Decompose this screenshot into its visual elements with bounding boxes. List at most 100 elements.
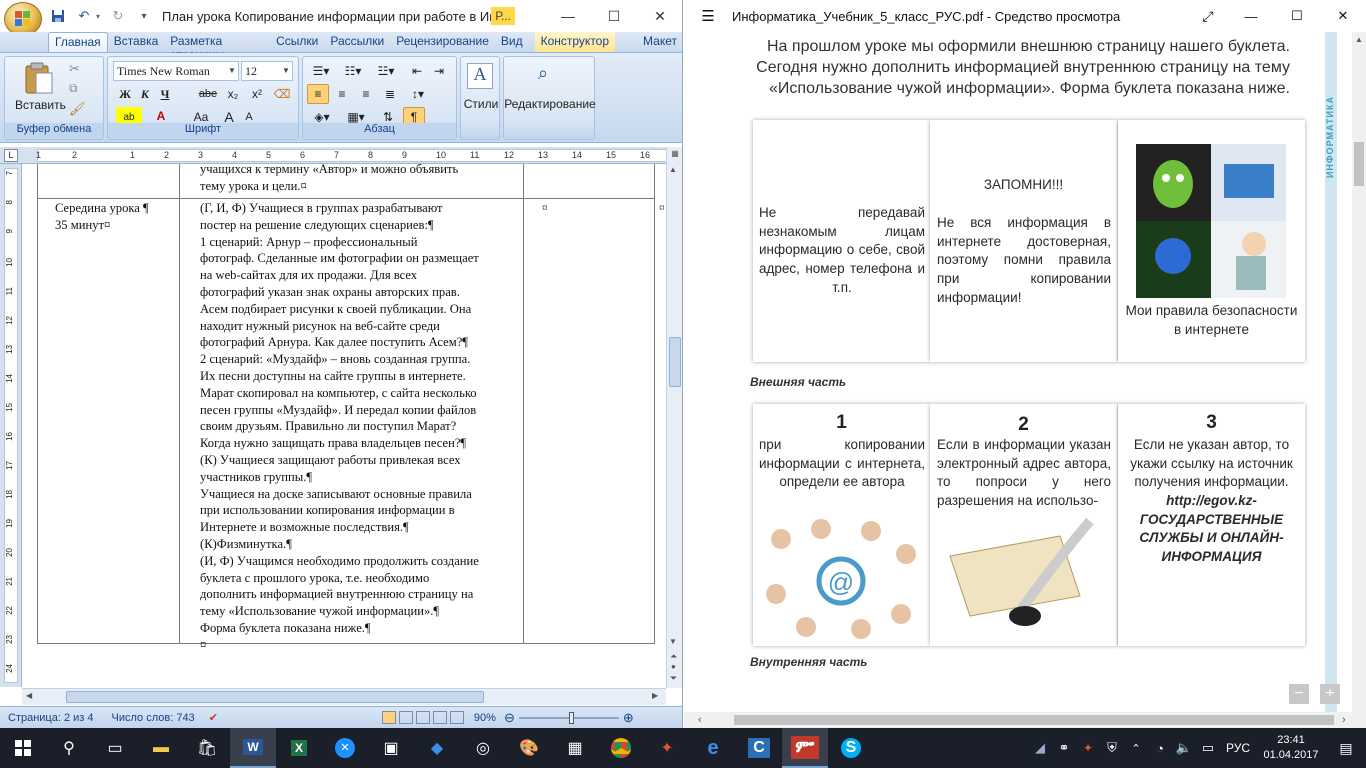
- vertical-scrollbar[interactable]: ▦ ▲ ▼ ⏶ ● ⏷: [666, 147, 682, 688]
- tab-design[interactable]: Конструктор: [534, 32, 616, 52]
- underline-button[interactable]: Ч: [156, 84, 174, 104]
- horizontal-scrollbar[interactable]: ◀ ▶: [22, 688, 666, 705]
- font-name-combo[interactable]: Times New Roman ▼: [113, 61, 239, 81]
- prev-page-icon[interactable]: ⏶: [670, 651, 677, 662]
- hamburger-menu-icon[interactable]: ☰: [684, 7, 732, 25]
- zoom-slider-handle[interactable]: [568, 711, 574, 724]
- calculator-taskbar-icon[interactable]: ▦: [552, 728, 598, 768]
- draft-icon[interactable]: [449, 711, 464, 724]
- zoom-in-button[interactable]: +: [1320, 684, 1340, 704]
- network-icon[interactable]: ◔: [1148, 728, 1172, 768]
- pdf-scroll-thumb[interactable]: [1354, 142, 1364, 186]
- tab-references[interactable]: Ссылки: [270, 32, 324, 52]
- close-button[interactable]: ✕: [637, 0, 682, 32]
- strikethrough-button[interactable]: abe: [196, 84, 220, 104]
- pdf-minimize-button[interactable]: —: [1228, 9, 1274, 24]
- decrease-indent-icon[interactable]: ⇤: [407, 61, 427, 81]
- pdf-scroll-up-icon[interactable]: ▲: [1355, 35, 1363, 44]
- line-spacing-icon[interactable]: ↕▾: [405, 84, 431, 104]
- word-taskbar-icon[interactable]: W: [230, 728, 276, 768]
- browse-object-icon[interactable]: ●: [671, 662, 676, 671]
- file-explorer-icon[interactable]: ▬: [138, 728, 184, 768]
- print-layout-icon[interactable]: [381, 711, 396, 724]
- paint-taskbar-icon[interactable]: 🎨: [506, 728, 552, 768]
- search-icon[interactable]: ⚲: [46, 728, 92, 768]
- box-taskbar-icon[interactable]: ◆: [414, 728, 460, 768]
- scroll-right-icon[interactable]: ▶: [652, 691, 658, 700]
- excel-taskbar-icon[interactable]: X: [276, 728, 322, 768]
- fullscreen-icon[interactable]: ⤢: [1188, 8, 1228, 25]
- italic-button[interactable]: К: [136, 84, 154, 104]
- tray-app-icon[interactable]: ◢: [1028, 728, 1052, 768]
- pdf-maximize-button[interactable]: ☐: [1274, 8, 1320, 24]
- pdf-close-button[interactable]: ✕: [1320, 8, 1366, 24]
- defender-icon[interactable]: ⛨: [1100, 728, 1124, 768]
- align-center-icon[interactable]: ≡: [331, 84, 353, 104]
- copy-icon[interactable]: ⧉: [69, 81, 78, 96]
- tab-mailings[interactable]: Рассылки: [324, 32, 390, 52]
- zoom-out-button[interactable]: −: [1289, 684, 1309, 704]
- scroll-left-icon[interactable]: ◀: [26, 691, 32, 700]
- zoom-level[interactable]: 90%: [474, 712, 496, 724]
- web-layout-icon[interactable]: [415, 711, 430, 724]
- document-area[interactable]: учащихся к термину «Автор» и можно объяв…: [22, 164, 666, 688]
- tab-layout[interactable]: Макет: [637, 32, 682, 52]
- word-count[interactable]: Число слов: 743: [112, 712, 195, 724]
- scroll-down-icon[interactable]: ▼: [669, 637, 677, 646]
- subscript-button[interactable]: x₂: [222, 84, 244, 104]
- customize-qat-icon[interactable]: ▾: [134, 6, 154, 26]
- scroll-thumb[interactable]: [669, 337, 681, 387]
- task-view-icon[interactable]: ▭: [92, 728, 138, 768]
- pdf-scroll-left-icon[interactable]: ‹: [698, 714, 702, 726]
- zoom-in-icon[interactable]: ⊕: [623, 710, 634, 726]
- horizontal-ruler[interactable]: L 121234567891011121314151617: [0, 147, 682, 164]
- photos-taskbar-icon[interactable]: ▣: [368, 728, 414, 768]
- numbering-icon[interactable]: ☷▾: [339, 61, 367, 81]
- tab-view[interactable]: Вид: [495, 32, 529, 52]
- vertical-ruler[interactable]: 7 8 9 10 11 12 13 14 15 16 17 18 19 20 21 22 23 24: [0, 164, 22, 687]
- maximize-button[interactable]: ☐: [591, 0, 637, 32]
- scroll-up-icon[interactable]: ▲: [669, 165, 677, 174]
- pdf-scroll-right-icon[interactable]: ›: [1342, 714, 1346, 726]
- show-hidden-icons[interactable]: ⌃: [1124, 728, 1148, 768]
- language-indicator[interactable]: РУС: [1220, 741, 1256, 755]
- undo-dropdown-icon[interactable]: ▾: [94, 6, 102, 26]
- store-icon[interactable]: 🛍: [184, 728, 230, 768]
- pdf-page[interactable]: На прошлом уроке мы оформили внешнюю стр…: [700, 32, 1337, 712]
- clear-format-icon[interactable]: ⌫: [272, 84, 292, 104]
- redo-icon[interactable]: ↻: [108, 6, 128, 26]
- pdf-viewer-taskbar-icon[interactable]: ᎃ: [782, 728, 828, 768]
- pdf-horizontal-scrollbar[interactable]: ‹ ›: [684, 712, 1366, 728]
- ruler-toggle-icon[interactable]: ▦: [669, 149, 681, 161]
- superscript-button[interactable]: x²: [246, 84, 268, 104]
- battery-icon[interactable]: ▭: [1196, 728, 1220, 768]
- cut-icon[interactable]: ✂: [69, 61, 80, 77]
- outline-icon[interactable]: [432, 711, 447, 724]
- increase-indent-icon[interactable]: ⇥: [429, 61, 449, 81]
- app3-taskbar-icon[interactable]: C: [736, 728, 782, 768]
- tray-people-icon[interactable]: ⚭: [1052, 728, 1076, 768]
- styles-group[interactable]: A Стили: [460, 56, 500, 140]
- app-taskbar-icon[interactable]: ✕: [322, 728, 368, 768]
- editing-group[interactable]: ⌕ Редактирование: [503, 56, 596, 140]
- pdf-hscroll-thumb[interactable]: [734, 715, 1334, 725]
- zoom-slider[interactable]: [518, 711, 619, 724]
- bullets-icon[interactable]: ☰▾: [307, 61, 335, 81]
- minimize-button[interactable]: —: [545, 0, 591, 32]
- page-count[interactable]: Страница: 2 из 4: [8, 712, 94, 724]
- office-button[interactable]: [4, 2, 42, 36]
- skype-taskbar-icon[interactable]: S: [828, 728, 874, 768]
- hscroll-thumb[interactable]: [66, 691, 484, 703]
- font-size-combo[interactable]: 12 ▼: [241, 61, 293, 81]
- tab-review[interactable]: Рецензирование: [390, 32, 495, 52]
- save-icon[interactable]: [48, 6, 68, 26]
- tab-home[interactable]: Главная: [48, 32, 108, 52]
- multilevel-list-icon[interactable]: ☳▾: [371, 61, 401, 81]
- app2-taskbar-icon[interactable]: ✦: [644, 728, 690, 768]
- next-page-icon[interactable]: ⏷: [670, 673, 677, 684]
- tray-app2-icon[interactable]: ✦: [1076, 728, 1100, 768]
- edge-taskbar-icon[interactable]: e: [690, 728, 736, 768]
- action-center-icon[interactable]: ▤: [1326, 728, 1366, 768]
- tab-page-layout[interactable]: Разметка страницы: [164, 32, 270, 62]
- proofing-icon[interactable]: ✔: [209, 711, 218, 724]
